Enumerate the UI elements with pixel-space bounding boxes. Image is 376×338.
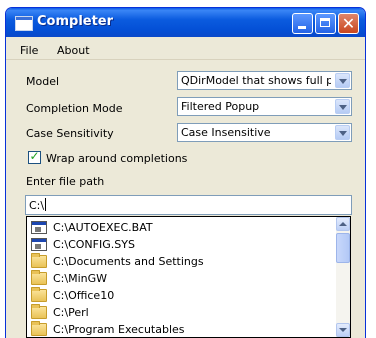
wrap-label[interactable]: Wrap around completions bbox=[46, 152, 187, 165]
completion-mode-value: Filtered Popup bbox=[181, 100, 260, 113]
file-path-value: C:\ bbox=[29, 199, 45, 212]
folder-icon bbox=[31, 287, 47, 302]
chevron-down-icon[interactable] bbox=[335, 125, 350, 140]
list-item[interactable]: C:\AUTOEXEC.BAT bbox=[31, 219, 331, 237]
list-item-label: C:\Perl bbox=[53, 306, 89, 319]
file-path-input[interactable]: C:\ bbox=[25, 195, 352, 215]
list-item-label: C:\Documents and Settings bbox=[53, 255, 204, 268]
menu-about[interactable]: About bbox=[57, 44, 90, 57]
app-window-icon bbox=[15, 16, 33, 31]
folder-icon bbox=[31, 321, 47, 336]
list-item-label: C:\AUTOEXEC.BAT bbox=[53, 221, 153, 234]
wrap-checkbox[interactable]: ✓ bbox=[28, 149, 41, 164]
case-sensitivity-combo[interactable]: Case Insensitive bbox=[177, 123, 352, 142]
list-item[interactable]: C:\MinGW bbox=[31, 270, 331, 288]
model-combo[interactable]: QDirModel that shows full path bbox=[177, 71, 352, 90]
close-icon: ✕ bbox=[341, 14, 356, 33]
bat-file-icon bbox=[31, 221, 47, 234]
scroll-down-button[interactable] bbox=[336, 323, 350, 337]
folder-icon bbox=[31, 253, 47, 268]
maximize-button[interactable] bbox=[315, 13, 336, 34]
minimize-button[interactable] bbox=[292, 13, 313, 34]
path-label: Enter file path bbox=[26, 175, 105, 188]
case-sensitivity-label: Case Sensitivity bbox=[26, 127, 114, 140]
sys-file-icon bbox=[31, 238, 47, 251]
list-item[interactable]: C:\CONFIG.SYS bbox=[31, 236, 331, 254]
folder-icon bbox=[31, 304, 47, 319]
close-button[interactable]: ✕ bbox=[338, 13, 359, 34]
list-item-label: C:\Office10 bbox=[53, 289, 115, 302]
list-item-label: C:\MinGW bbox=[53, 272, 108, 285]
window-title: Completer bbox=[37, 14, 114, 29]
list-item-label: C:\CONFIG.SYS bbox=[53, 238, 135, 251]
menu-file[interactable]: File bbox=[20, 44, 38, 57]
scroll-up-button[interactable] bbox=[336, 217, 350, 231]
menu-bar: File About bbox=[6, 37, 365, 60]
completer-window: Completer ✕ File About Model QDirModel t… bbox=[5, 7, 366, 338]
chevron-down-icon[interactable] bbox=[335, 99, 350, 114]
maximize-icon bbox=[320, 18, 330, 27]
checkmark-icon: ✓ bbox=[29, 149, 40, 163]
completion-popup: C:\AUTOEXEC.BAT C:\CONFIG.SYS C:\Documen… bbox=[26, 216, 351, 338]
folder-icon bbox=[31, 270, 47, 285]
minimize-icon bbox=[298, 26, 306, 29]
completion-mode-combo[interactable]: Filtered Popup bbox=[177, 97, 352, 116]
chevron-down-icon[interactable] bbox=[335, 73, 350, 88]
list-item[interactable]: C:\Documents and Settings bbox=[31, 253, 331, 271]
popup-scrollbar[interactable] bbox=[336, 217, 350, 337]
model-label: Model bbox=[26, 75, 60, 88]
list-item[interactable]: C:\Perl bbox=[31, 304, 331, 322]
list-item-label: C:\Program Executables bbox=[53, 323, 185, 336]
scroll-thumb[interactable] bbox=[336, 233, 350, 263]
list-item[interactable]: C:\Program Executables bbox=[31, 321, 331, 337]
title-bar[interactable]: Completer ✕ bbox=[6, 8, 365, 37]
text-caret bbox=[45, 198, 47, 211]
completion-mode-label: Completion Mode bbox=[26, 102, 123, 115]
case-sensitivity-value: Case Insensitive bbox=[181, 126, 271, 139]
model-value: QDirModel that shows full path bbox=[181, 74, 331, 87]
list-item[interactable]: C:\Office10 bbox=[31, 287, 331, 305]
